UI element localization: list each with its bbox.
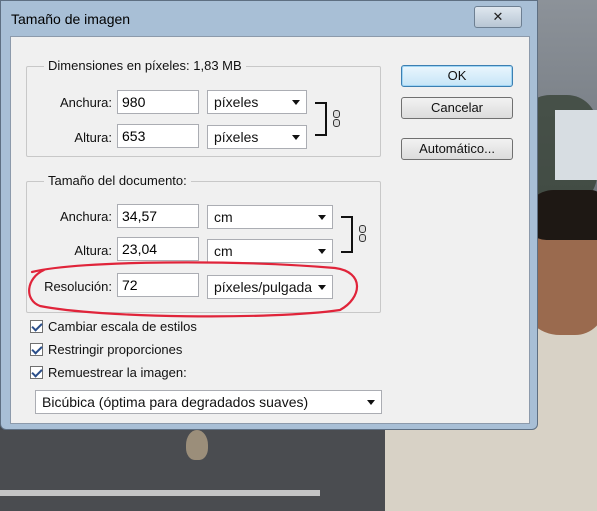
resample-method-select[interactable]: Bicúbica (óptima para degradados suaves) <box>35 390 382 414</box>
doc-width-unit-value: cm <box>214 209 233 225</box>
building <box>555 110 597 180</box>
pixel-height-unit-value: píxeles <box>214 129 259 145</box>
moth <box>186 430 208 460</box>
pixel-width-input[interactable] <box>117 90 199 114</box>
pixel-dimensions-size: 1,83 MB <box>193 58 242 73</box>
chevron-down-icon <box>292 135 300 140</box>
constrain-proportions-checkbox[interactable] <box>30 343 43 356</box>
cancel-button[interactable]: Cancelar <box>401 97 513 119</box>
pixel-height-unit-select[interactable]: píxeles <box>207 125 307 149</box>
auto-button[interactable]: Automático... <box>401 138 513 160</box>
window-title: Tamaño de imagen <box>11 11 131 27</box>
resample-method-value: Bicúbica (óptima para degradados suaves) <box>42 394 309 410</box>
pixel-height-input[interactable] <box>117 124 199 148</box>
pixel-width-label: Anchura: <box>59 95 112 110</box>
constrain-proportions-label: Restringir proporciones <box>48 342 183 357</box>
doc-height-unit-value: cm <box>214 243 233 259</box>
pixel-dimensions-title: Dimensiones en píxeles: <box>48 58 190 73</box>
chevron-down-icon <box>292 100 300 105</box>
doc-height-label: Altura: <box>74 243 112 258</box>
pixel-height-label: Altura: <box>74 130 112 145</box>
resample-checkbox[interactable] <box>30 366 43 379</box>
doc-width-input[interactable] <box>117 204 199 228</box>
annotation-ellipse <box>28 261 359 318</box>
pixel-dimensions-legend: Dimensiones en píxeles: 1,83 MB <box>44 58 246 73</box>
doc-width-unit-select[interactable]: cm <box>207 205 333 229</box>
pixel-width-unit-select[interactable]: píxeles <box>207 90 307 114</box>
doc-width-label: Anchura: <box>59 209 112 224</box>
chevron-down-icon <box>318 249 326 254</box>
image-size-dialog: Tamaño de imagen ✕ Dimensiones en píxele… <box>0 0 538 430</box>
document-proportion-bracket <box>341 216 353 253</box>
dialog-client-area: Dimensiones en píxeles: 1,83 MB Anchura:… <box>10 36 530 424</box>
road-marking <box>0 490 320 496</box>
proportion-bracket <box>315 102 327 136</box>
link-chain-icon <box>333 110 340 127</box>
document-size-legend: Tamaño del documento: <box>44 173 191 188</box>
chevron-down-icon <box>367 400 375 405</box>
scale-styles-checkbox[interactable] <box>30 320 43 333</box>
scale-styles-label: Cambiar escala de estilos <box>48 319 197 334</box>
ok-button[interactable]: OK <box>401 65 513 87</box>
close-icon: ✕ <box>492 9 504 24</box>
chevron-down-icon <box>318 215 326 220</box>
close-button[interactable]: ✕ <box>474 6 522 28</box>
link-chain-icon <box>359 225 366 242</box>
title-bar: Tamaño de imagen ✕ <box>1 1 537 35</box>
resample-label: Remuestrear la imagen: <box>48 365 187 380</box>
pixel-width-unit-value: píxeles <box>214 94 259 110</box>
